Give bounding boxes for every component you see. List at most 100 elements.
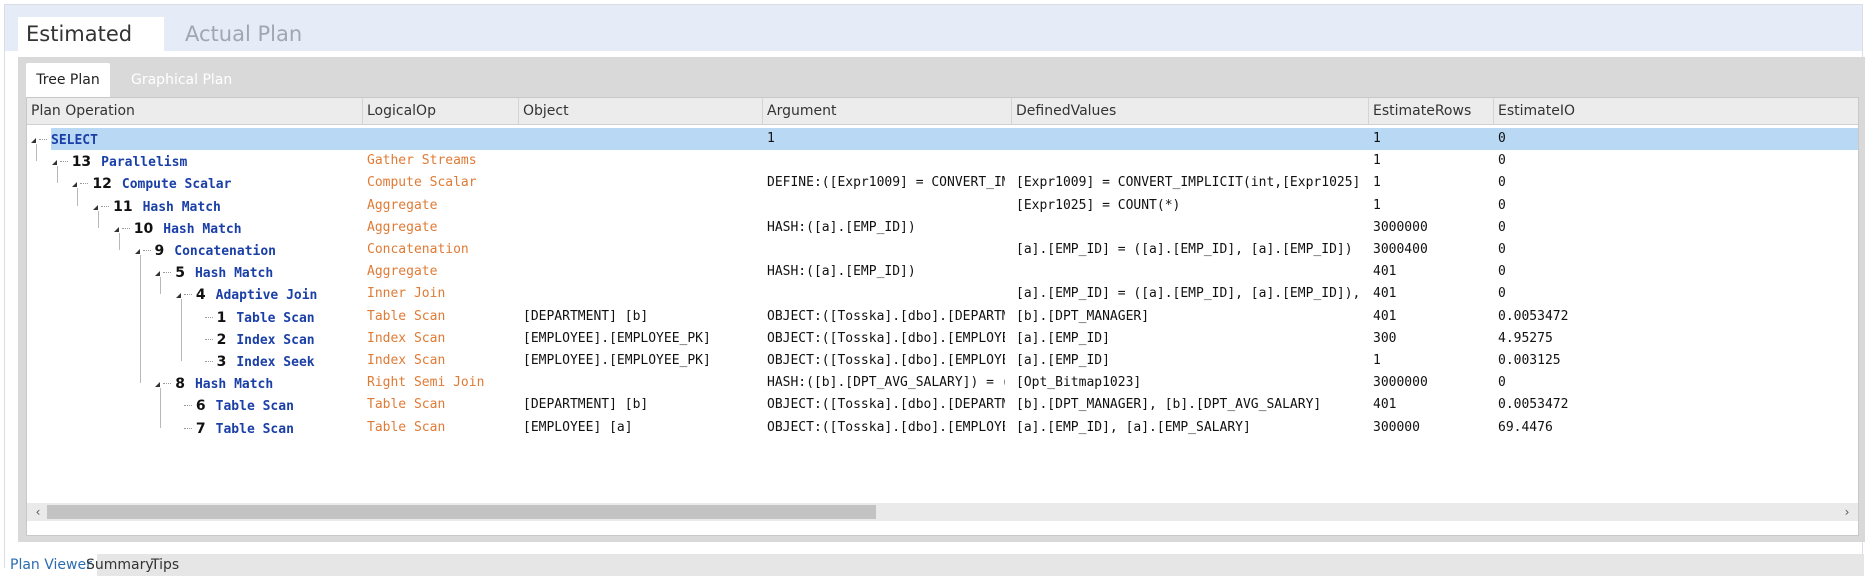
node-id: 6 [195,398,206,415]
expand-toggle-icon[interactable] [134,249,140,254]
tree-guide-line [77,188,79,206]
object-cell [523,283,763,305]
table-row[interactable]: 1 Table Scan Table Scan [DEPARTMENT] [b] OBJ… [27,306,1858,328]
object-cell [523,150,763,172]
tab-estimated-plan[interactable]: Estimated Plan [18,17,164,80]
object-cell [523,372,763,394]
column-header-object[interactable]: Object [519,98,763,124]
table-row[interactable]: 3 Index Seek Index Scan [EMPLOYEE].[EMPLOYE… [27,350,1858,372]
table-row-selected[interactable]: SELECT 1 1 0 [27,128,1858,150]
plan-operation-cell: 7 Table Scan [176,417,294,439]
tree-guide-line [160,388,162,428]
table-row[interactable]: 10 Hash Match Aggregate HASH:([a].[EMP_ID])… [27,217,1858,239]
expand-toggle-icon[interactable] [113,226,119,232]
table-row[interactable]: 8 Hash Match Right Semi Join HASH:([b].[DPT… [27,372,1858,394]
tab-tips[interactable]: Tips [146,554,184,576]
table-row[interactable]: 6 Table Scan Table Scan [DEPARTMENT] [b] OBJ… [27,394,1858,416]
node-id: 10 [133,220,154,237]
operator-name: Hash Match [194,266,274,282]
table-row[interactable]: 2 Index Scan Index Scan [EMPLOYEE].[EMPLOYE… [27,328,1858,350]
estimate-io-cell: 0 [1498,175,1506,191]
tree-connector [39,139,47,140]
expand-toggle-icon[interactable] [93,204,99,210]
scrollbar-thumb[interactable] [47,505,876,519]
tree-connector [183,427,192,429]
estimate-rows-cell: 401 [1373,308,1397,324]
tree-connector [101,205,110,207]
node-id: 3 [216,354,227,370]
operator-name: Index Scan [236,332,315,348]
argument-cell: HASH:([a].[EMP_ID]) [767,219,916,235]
tab-actual-plan[interactable]: Actual Plan [177,17,310,51]
scroll-left-icon[interactable]: ‹ [29,503,47,521]
estimate-rows-cell: 401 [1373,397,1397,413]
estimate-io-cell: 0 [1498,242,1506,257]
expand-toggle-icon[interactable] [175,293,181,299]
expand-toggle-icon[interactable] [155,271,161,277]
tab-graphical-plan[interactable]: Graphical Plan [131,63,232,97]
tree-connector [204,316,213,318]
logical-op-cell: Concatenation [367,242,469,257]
operator-name: Parallelism [101,155,188,171]
argument-cell [767,195,1005,217]
column-header-estimaterows[interactable]: EstimateRows [1369,98,1494,124]
column-header-argument[interactable]: Argument [763,98,1012,124]
node-id: 11 [113,198,133,215]
object-cell [523,261,763,283]
plan-operation-cell: 10 Hash Match [113,217,242,239]
table-row[interactable]: 13 Parallelism Gather Streams 1 0 [27,150,1858,172]
estimate-io-cell: 0.0053472 [1498,308,1569,324]
column-header-definedvalues[interactable]: DefinedValues [1012,98,1369,124]
plan-operation-cell: 4 Adaptive Join [175,283,318,305]
plan-grid: Plan Operation LogicalOp Object Argument… [26,97,1859,536]
expand-toggle-icon[interactable] [72,182,78,188]
node-id: 13 [71,154,92,171]
operator-name: Hash Match [163,221,242,237]
estimate-rows-cell: 300000 [1373,419,1420,435]
estimate-rows-cell: 1 [1373,197,1381,213]
logical-op-cell: Index Scan [367,353,446,368]
horizontal-scrollbar[interactable]: ‹ › [27,503,1858,521]
grid-header: Plan Operation LogicalOp Object Argument… [27,98,1858,125]
defined-values-cell: [a].[EMP_ID] [1016,330,1110,346]
column-header-plan-operation[interactable]: Plan Operation [27,98,363,124]
tree-connector [121,227,130,229]
plan-operation-cell: 3 Index Seek [197,350,315,372]
logical-op-cell: Table Scan [367,397,446,413]
column-header-logicalop[interactable]: LogicalOp [363,98,519,124]
table-row[interactable]: 9 Concatenation Concatenation [a].[EMP_ID] … [27,239,1858,261]
tab-tree-plan[interactable]: Tree Plan [26,63,110,97]
estimate-io-cell: 0 [1498,197,1506,213]
operator-name: Compute Scalar [121,177,232,193]
plan-operation-cell: 11 Hash Match [93,195,221,217]
argument-cell: OBJECT:([Tosska].[dbo].[DEPARTMENT [767,308,1005,324]
expand-toggle-icon[interactable] [31,138,36,143]
defined-values-cell: [b].[DPT_MANAGER], [b].[DPT_AVG_SALARY] [1016,397,1322,413]
table-row[interactable]: 5 Hash Match Aggregate HASH:([a].[EMP_ID]) 4… [27,261,1858,283]
table-row[interactable]: 12 Compute Scalar Compute Scalar DEFINE:([E… [27,172,1858,194]
logical-op-cell: Table Scan [367,308,446,324]
table-row[interactable]: 11 Hash Match Aggregate [Expr1025] = COUNT(… [27,195,1858,217]
operator-name: Adaptive Join [215,288,318,304]
estimate-io-cell: 0 [1498,375,1506,391]
tree-guide-line [56,166,58,184]
plan-window: Estimated Plan Actual Plan Tree Plan Gra… [4,4,1865,576]
expand-toggle-icon[interactable] [51,160,57,166]
estimate-rows-cell: 401 [1373,264,1397,280]
operator-name: Table Scan [215,421,294,437]
object-cell [523,172,763,194]
logical-op-cell [367,128,517,150]
estimate-rows-cell: 3000000 [1373,375,1428,391]
logical-op-cell: Gather Streams [367,153,477,169]
table-row[interactable]: 7 Table Scan Table Scan [EMPLOYEE] [a] OBJEC… [27,417,1858,439]
plan-operation-cell: 6 Table Scan [176,394,294,416]
estimate-io-cell: 0 [1498,131,1506,146]
scroll-right-icon[interactable]: › [1838,503,1856,521]
column-header-estimateio[interactable]: EstimateIO [1494,98,1858,124]
operator-name: Index Seek [236,355,315,370]
logical-op-cell: Right Semi Join [367,375,485,391]
table-row[interactable]: 4 Adaptive Join Inner Join [a].[EMP_ID] = (… [27,283,1858,305]
object-cell: [DEPARTMENT] [b] [523,308,649,324]
plan-operation-cell: 5 Hash Match [155,261,273,283]
expand-toggle-icon[interactable] [155,382,161,388]
